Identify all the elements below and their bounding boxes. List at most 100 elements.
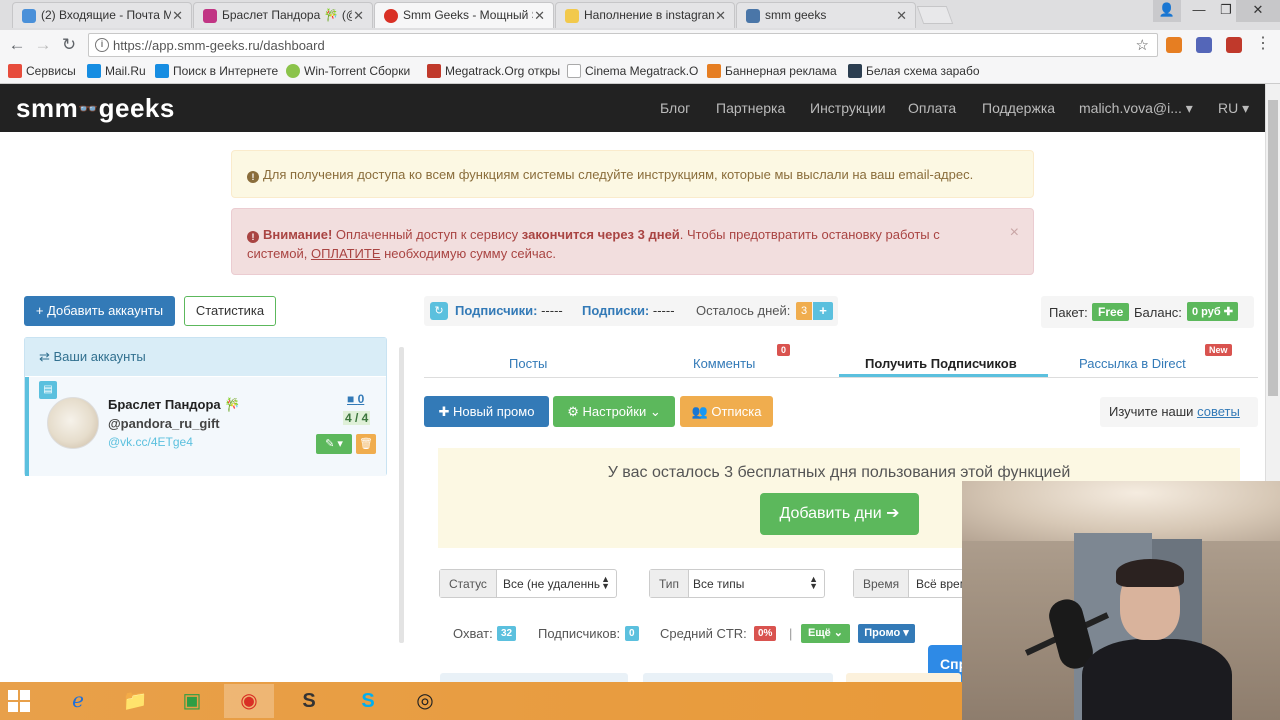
tab-close-icon[interactable]: ✕ — [172, 8, 183, 24]
tab-close-icon[interactable]: ✕ — [715, 8, 726, 24]
statistics-button[interactable]: Статистика — [184, 296, 276, 326]
add-accounts-button[interactable]: + Добавить аккаунты — [24, 296, 175, 326]
bookmark-wintorrent[interactable]: Win-Torrent Сборки — [286, 64, 410, 78]
bookmark-cinema[interactable]: Cinema Megatrack.O — [567, 64, 698, 78]
tab-close-icon[interactable]: ✕ — [896, 8, 907, 24]
windows-start-icon[interactable] — [8, 690, 30, 712]
reach-badge: 32 — [497, 626, 517, 641]
extension-icon[interactable] — [1226, 37, 1242, 53]
site-header: smm👓geeks Блог Партнерка Инструкции Опла… — [0, 84, 1265, 132]
tab-close-icon[interactable]: ✕ — [353, 8, 364, 24]
site-logo[interactable]: smm👓geeks — [16, 93, 175, 124]
page-favicon-icon — [565, 9, 579, 23]
tab-close-icon[interactable]: ✕ — [534, 8, 545, 24]
tab-direct-mailing[interactable]: Рассылка в Direct — [1079, 356, 1186, 371]
more-dropdown-button[interactable]: Ещё ⌄ — [801, 624, 850, 643]
search-icon — [155, 64, 169, 78]
browser-tab-instagram[interactable]: Браслет Пандора 🎋 (@ ✕ — [193, 2, 373, 28]
obs-icon[interactable]: ◎ — [400, 684, 450, 718]
reload-button[interactable]: ↻ — [59, 35, 79, 55]
status-filter-value: Все (не удаленные — [503, 577, 600, 591]
browser-tab-instagram-fill[interactable]: Наполнение в instagram ✕ — [555, 2, 735, 28]
menu-language[interactable]: RU ▾ — [1218, 100, 1249, 117]
pay-link[interactable]: ОПЛАТИТЕ — [311, 246, 381, 261]
account-comments-count[interactable]: ■ 0 — [347, 392, 364, 406]
type-filter[interactable]: Тип Все типы ▲ ▼ — [649, 569, 825, 598]
delete-button[interactable]: 🗑 — [356, 434, 376, 454]
sublime-icon[interactable]: S — [284, 684, 334, 718]
skype-icon[interactable]: S — [343, 684, 393, 718]
address-bar[interactable]: i https://app.smm-geeks.ru/dashboard ☆ — [88, 33, 1158, 57]
bookmark-megatrack[interactable]: Megatrack.Org откры — [427, 64, 560, 78]
mail-favicon-icon — [22, 9, 36, 23]
menu-payment[interactable]: Оплата — [908, 100, 956, 116]
add-days-plus-button[interactable]: + — [813, 302, 833, 320]
accounts-scrollbar[interactable] — [399, 347, 404, 643]
days-left-badge: 3 — [796, 302, 812, 320]
browser-tab-smm-geeks[interactable]: Smm Geeks - Мощный S ✕ — [374, 2, 554, 28]
new-tab-button[interactable] — [916, 6, 954, 24]
type-filter-label: Тип — [650, 570, 690, 597]
tab-posts[interactable]: Посты — [509, 356, 547, 371]
bookmarks-bar: Сервисы Mail.Ru Поиск в Интернете Win-To… — [0, 60, 1280, 84]
browser-tab-mail[interactable]: (2) Входящие - Почта М ✕ — [12, 2, 192, 28]
alert-close-icon[interactable]: × — [1010, 223, 1019, 242]
add-days-button[interactable]: Добавить дни ➔ — [760, 493, 919, 535]
accounts-panel: ⇄ Ваши аккаунты ▤ Браслет Пандора 🎋 @pan… — [24, 337, 387, 476]
store-icon[interactable]: ▣ — [167, 684, 217, 718]
mailru-icon — [87, 64, 101, 78]
tab-title: smm geeks — [765, 8, 827, 22]
bookmark-banner[interactable]: Баннерная реклама — [707, 64, 837, 78]
promo-dropdown-button[interactable]: Промо ▾ — [858, 624, 915, 643]
account-ratio[interactable]: 4 / 4 — [343, 411, 371, 425]
new-promo-button[interactable]: ✚ Новый промо — [424, 396, 549, 427]
tab-get-subscribers[interactable]: Получить Подписчиков — [865, 356, 1017, 371]
bookmark-star-icon[interactable]: ☆ — [1136, 36, 1149, 54]
tab-title: Браслет Пандора 🎋 (@ — [222, 8, 352, 22]
bookmark-search[interactable]: Поиск в Интернете — [155, 64, 278, 78]
alert-title: Внимание! — [263, 227, 333, 242]
scrollbar-thumb[interactable] — [1268, 100, 1278, 396]
scheme-icon — [848, 64, 862, 78]
back-button[interactable]: ← — [7, 35, 27, 55]
bookmark-services[interactable]: Сервисы — [8, 64, 76, 78]
time-filter-label: Время — [854, 570, 910, 597]
extension-icon[interactable] — [1166, 37, 1182, 53]
window-close-button[interactable]: ✕ — [1236, 0, 1280, 22]
tips-link[interactable]: советы — [1197, 404, 1240, 419]
settings-dropdown-button[interactable]: ⚙ Настройки ⌄ — [553, 396, 675, 427]
exclamation-icon: ! — [247, 231, 259, 243]
account-card[interactable]: ▤ Браслет Пандора 🎋 @pandora_ru_gift @vk… — [25, 377, 386, 476]
menu-support[interactable]: Поддержка — [982, 100, 1055, 116]
site-info-icon[interactable]: i — [95, 38, 109, 52]
ie-icon[interactable]: ℯ — [53, 684, 103, 718]
comment-icon: ■ — [347, 392, 358, 406]
menu-instructions[interactable]: Инструкции — [810, 100, 886, 116]
browser-tab-vk[interactable]: smm geeks ✕ — [736, 2, 916, 28]
subscribers-label: Подписчиков: — [538, 626, 621, 641]
menu-blog[interactable]: Блог — [660, 100, 690, 116]
page-icon — [567, 64, 581, 78]
bookmark-mailru[interactable]: Mail.Ru — [87, 64, 146, 78]
edit-dropdown-button[interactable]: ✎ ▾ — [316, 434, 352, 454]
extension-icon[interactable] — [1196, 37, 1212, 53]
bookmark-white-scheme[interactable]: Белая схема зарабо — [848, 64, 980, 78]
account-link[interactable]: @vk.cc/4ETge4 — [108, 435, 193, 449]
menu-user-dropdown[interactable]: malich.vova@i... ▾ — [1079, 100, 1193, 117]
document-icon[interactable]: ▤ — [39, 381, 57, 399]
glasses-icon: 👓 — [78, 101, 99, 118]
balance-button[interactable]: 0 руб ✚ — [1187, 302, 1238, 321]
menu-kebab-icon[interactable]: ⋮ — [1255, 36, 1271, 53]
forward-button[interactable]: → — [33, 35, 53, 55]
free-days-text: У вас осталось 3 бесплатных дня пользова… — [607, 464, 1071, 481]
tips-box: Изучите наши советы — [1100, 397, 1258, 427]
profile-icon[interactable]: 👤 — [1153, 0, 1181, 22]
tab-comments[interactable]: Комменты — [693, 356, 755, 371]
chrome-icon[interactable]: ◉ — [224, 684, 274, 718]
unsubscribe-button[interactable]: 👥 Отписка — [680, 396, 773, 427]
status-filter[interactable]: Статус Все (не удаленные ▲ ▼ — [439, 569, 617, 598]
refresh-icon[interactable]: ↻ — [430, 302, 448, 320]
explorer-icon[interactable]: 📁 — [110, 684, 160, 718]
menu-partners[interactable]: Партнерка — [716, 100, 785, 116]
browser-toolbar: ← → ↻ i https://app.smm-geeks.ru/dashboa… — [0, 30, 1280, 60]
